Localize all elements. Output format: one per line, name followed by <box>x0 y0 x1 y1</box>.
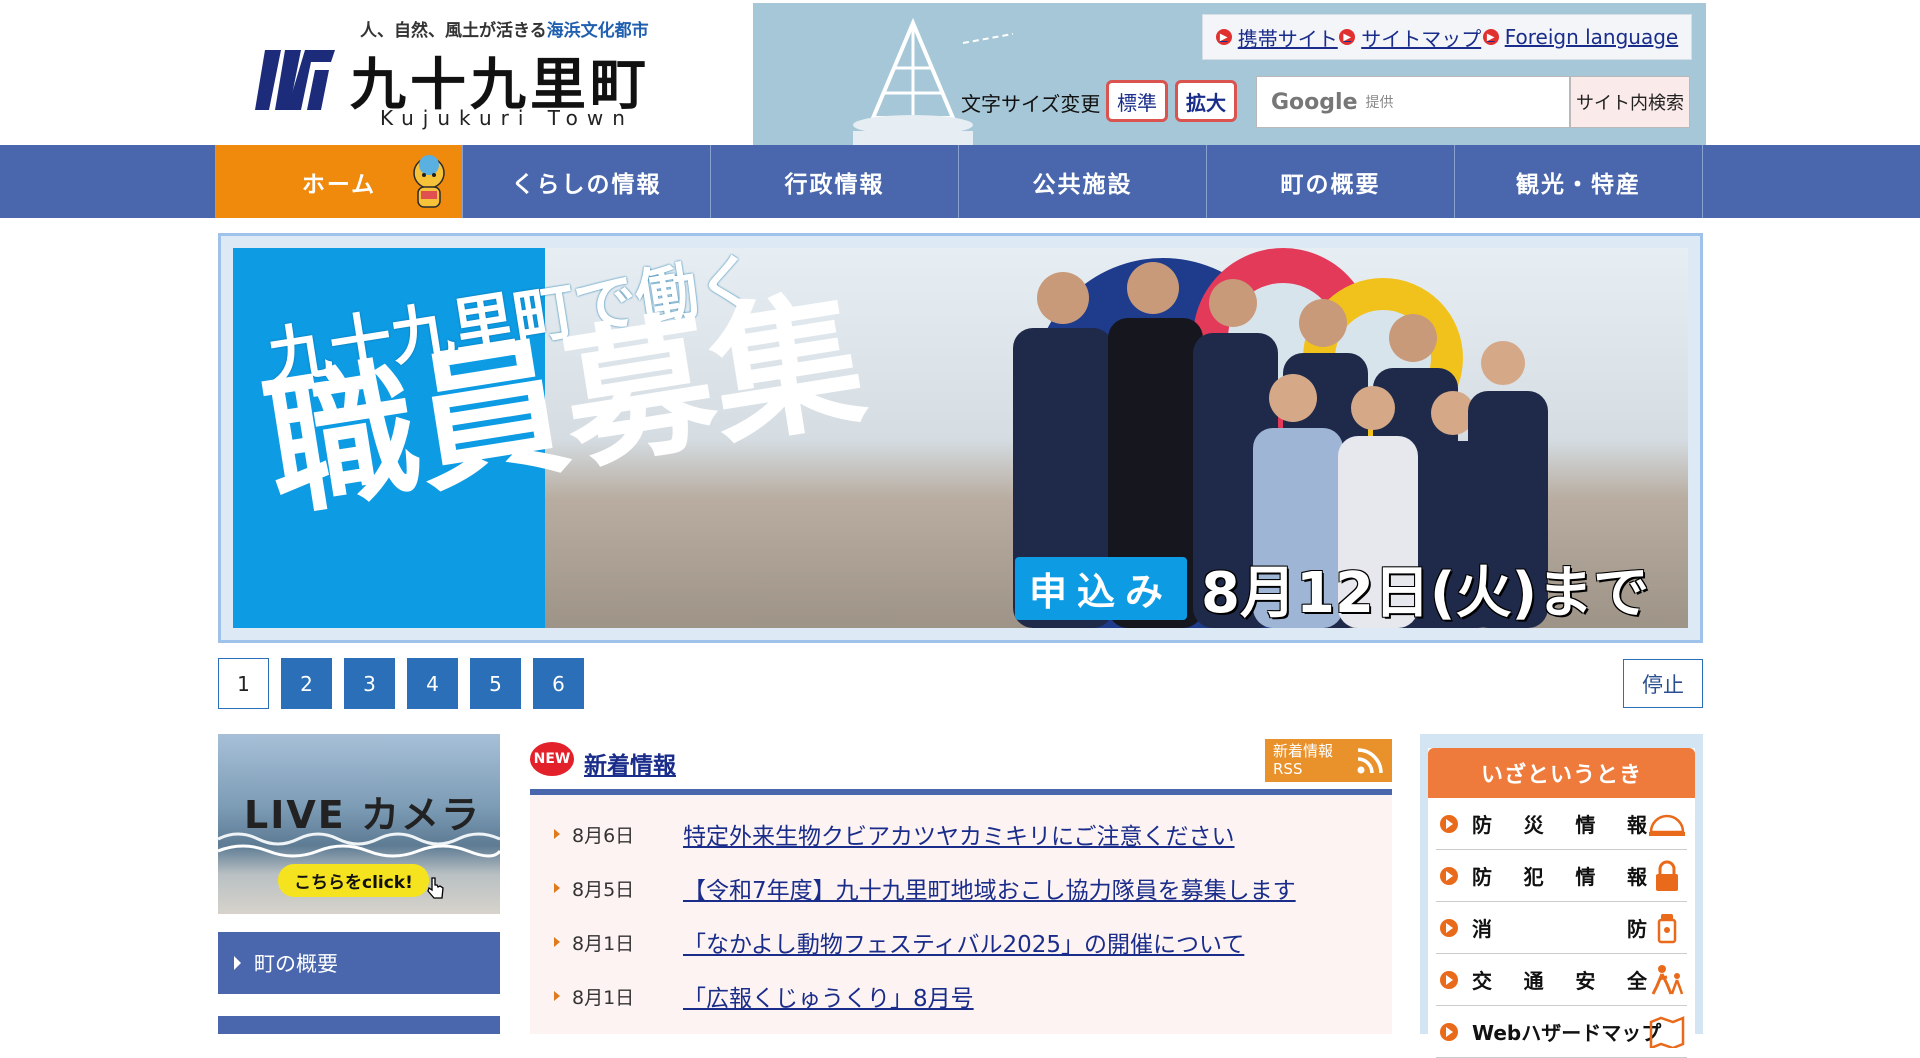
nav-item-town-overview[interactable]: 町の概要 <box>1207 145 1455 218</box>
pager-button-3[interactable]: 3 <box>344 658 395 709</box>
logo-roman: Kujukuri Town <box>380 106 634 130</box>
new-badge-icon: NEW <box>530 742 574 776</box>
news-date: 8月1日 <box>572 932 635 955</box>
google-brand-sub: 提供 <box>1365 95 1394 111</box>
bullet-icon <box>554 829 560 839</box>
emergency-label: Webハザードマップ <box>1472 1021 1662 1045</box>
arrow-icon: ▶ <box>1482 29 1499 45</box>
lighthouse-illustration-icon <box>853 17 1013 145</box>
site-logo[interactable]: 人、自然、風土が活きる海浜文化都市 九十九里町 Kujukuri Town <box>255 10 655 140</box>
town-emblem-icon <box>255 50 335 110</box>
mascot-icon <box>413 155 445 208</box>
emergency-label: 防災情報 <box>1472 813 1647 837</box>
news-date: 8月5日 <box>572 878 635 901</box>
rss-icon <box>1357 748 1383 774</box>
nav-item-administration[interactable]: 行政情報 <box>711 145 959 218</box>
arrow-icon: ▶ <box>1215 29 1232 45</box>
news-section: NEW 新着情報 新着情報 RSS 8月6日 特定外来生物クビアカツヤカミキリに… <box>530 734 1392 1034</box>
news-item: 8月1日 「広報くじゅうくり」8月号 <box>530 969 1392 1023</box>
utility-bar: ▶ 携帯サイト ▶ サイトマップ ▶ Foreign language 文字サイズ変更… <box>753 3 1706 145</box>
hand-pointer-icon <box>427 877 444 899</box>
nav-item-tourism[interactable]: 観光・特産 <box>1455 145 1703 218</box>
bullet-icon <box>554 991 560 1001</box>
bullet-icon <box>554 937 560 947</box>
main-banner[interactable]: 九十九里町で働く 職員募集 申込み 8月12日(火)まで <box>218 233 1703 643</box>
pedestrians-icon <box>1651 965 1684 995</box>
news-title-link[interactable]: 新着情報 <box>584 746 676 780</box>
emergency-item-fire[interactable]: 消防 <box>1436 902 1687 954</box>
chevron-right-icon <box>234 956 241 970</box>
banner-image: 九十九里町で働く 職員募集 申込み 8月12日(火)まで <box>233 248 1688 628</box>
site-tagline: 人、自然、風土が活きる海浜文化都市 <box>360 21 649 41</box>
utility-links: ▶ 携帯サイト ▶ サイトマップ ▶ Foreign language <box>1202 14 1692 60</box>
emergency-label: 防犯情報 <box>1472 865 1647 889</box>
news-link[interactable]: 「広報くじゅうくり」8月号 <box>683 979 974 1013</box>
global-nav: ホーム くらしの情報 行政情報 公共施設 町の概要 観光・特産 <box>0 145 1920 218</box>
news-item: 8月1日 「なかよし動物フェスティバル2025」の開催について <box>530 915 1392 969</box>
map-icon <box>1649 1016 1685 1048</box>
font-standard-button[interactable]: 標準 <box>1106 80 1168 122</box>
arrow-icon <box>1440 971 1458 989</box>
sitemap-link[interactable]: ▶ サイトマップ <box>1339 23 1481 52</box>
pager-button-5[interactable]: 5 <box>470 658 521 709</box>
news-link[interactable]: 「なかよし動物フェスティバル2025」の開催について <box>683 925 1244 959</box>
arrow-icon <box>1440 919 1458 937</box>
banner-deadline-date: 8月12日(火)まで <box>1201 561 1650 626</box>
live-camera-banner[interactable]: LIVE カメラ こちらをclick! <box>218 734 500 914</box>
site-search-button[interactable]: サイト内検索 <box>1570 76 1690 128</box>
padlock-icon <box>1656 860 1678 891</box>
mobile-site-link[interactable]: ▶ 携帯サイト <box>1215 23 1338 52</box>
bullet-icon <box>554 883 560 893</box>
font-large-button[interactable]: 拡大 <box>1175 80 1237 122</box>
rss-button[interactable]: 新着情報 RSS <box>1265 739 1392 782</box>
live-camera-cta: こちらをclick! <box>278 864 429 897</box>
pager-button-2[interactable]: 2 <box>281 658 332 709</box>
pager-button-6[interactable]: 6 <box>533 658 584 709</box>
nav-item-living[interactable]: くらしの情報 <box>463 145 711 218</box>
google-brand: Google <box>1271 89 1358 115</box>
news-item: 8月6日 特定外来生物クビアカツヤカミキリにご注意ください <box>530 807 1392 861</box>
pager-button-4[interactable]: 4 <box>407 658 458 709</box>
news-link[interactable]: 特定外来生物クビアカツヤカミキリにご注意ください <box>683 817 1235 851</box>
emergency-title: いざというとき <box>1428 748 1695 798</box>
banner-deadline: 申込み 8月12日(火)まで <box>1015 548 1649 628</box>
search-input[interactable]: Google 提供 <box>1256 76 1570 128</box>
news-date: 8月6日 <box>572 824 635 847</box>
foreign-language-link[interactable]: ▶ Foreign language <box>1482 25 1678 49</box>
news-date: 8月1日 <box>572 986 635 1009</box>
helmet-icon <box>1649 814 1685 836</box>
emergency-label: 消防 <box>1472 917 1647 941</box>
banner-pager: 1 2 3 4 5 6 <box>218 658 584 709</box>
arrow-icon <box>1440 815 1458 833</box>
emergency-item-hazard-map[interactable]: Webハザードマップ <box>1436 1006 1687 1058</box>
arrow-icon: ▶ <box>1339 29 1356 45</box>
emergency-label: 交通安全 <box>1472 969 1647 993</box>
hydrant-icon <box>1657 914 1677 944</box>
emergency-item-crime[interactable]: 防犯情報 <box>1436 850 1687 902</box>
live-camera-title: LIVE カメラ <box>244 793 481 837</box>
news-link[interactable]: 【令和7年度】九十九里町地域おこし協力隊員を募集します <box>683 871 1296 905</box>
news-item: 8月5日 【令和7年度】九十九里町地域おこし協力隊員を募集します <box>530 861 1392 915</box>
arrow-icon <box>1440 867 1458 885</box>
pager-button-1[interactable]: 1 <box>218 658 269 709</box>
nav-item-facilities[interactable]: 公共施設 <box>959 145 1207 218</box>
emergency-item-disaster[interactable]: 防災情報 <box>1436 798 1687 850</box>
nav-item-home[interactable]: ホーム <box>215 145 463 218</box>
slideshow-stop-button[interactable]: 停止 <box>1623 659 1703 708</box>
arrow-icon <box>1440 1023 1458 1041</box>
emergency-item-traffic[interactable]: 交通安全 <box>1436 954 1687 1006</box>
font-size-label: 文字サイズ変更 <box>961 92 1101 116</box>
emergency-panel: いざというとき 防災情報 防犯情報 消防 交 通 安 全 Webハザードマップ <box>1420 734 1703 1058</box>
banner-apply-label: 申込み <box>1015 557 1188 620</box>
side-menu-item[interactable] <box>218 1016 500 1034</box>
news-list: 8月6日 特定外来生物クビアカツヤカミキリにご注意ください 8月5日 【令和7年… <box>530 795 1392 1034</box>
side-menu-town-overview[interactable]: 町の概要 <box>218 932 500 994</box>
